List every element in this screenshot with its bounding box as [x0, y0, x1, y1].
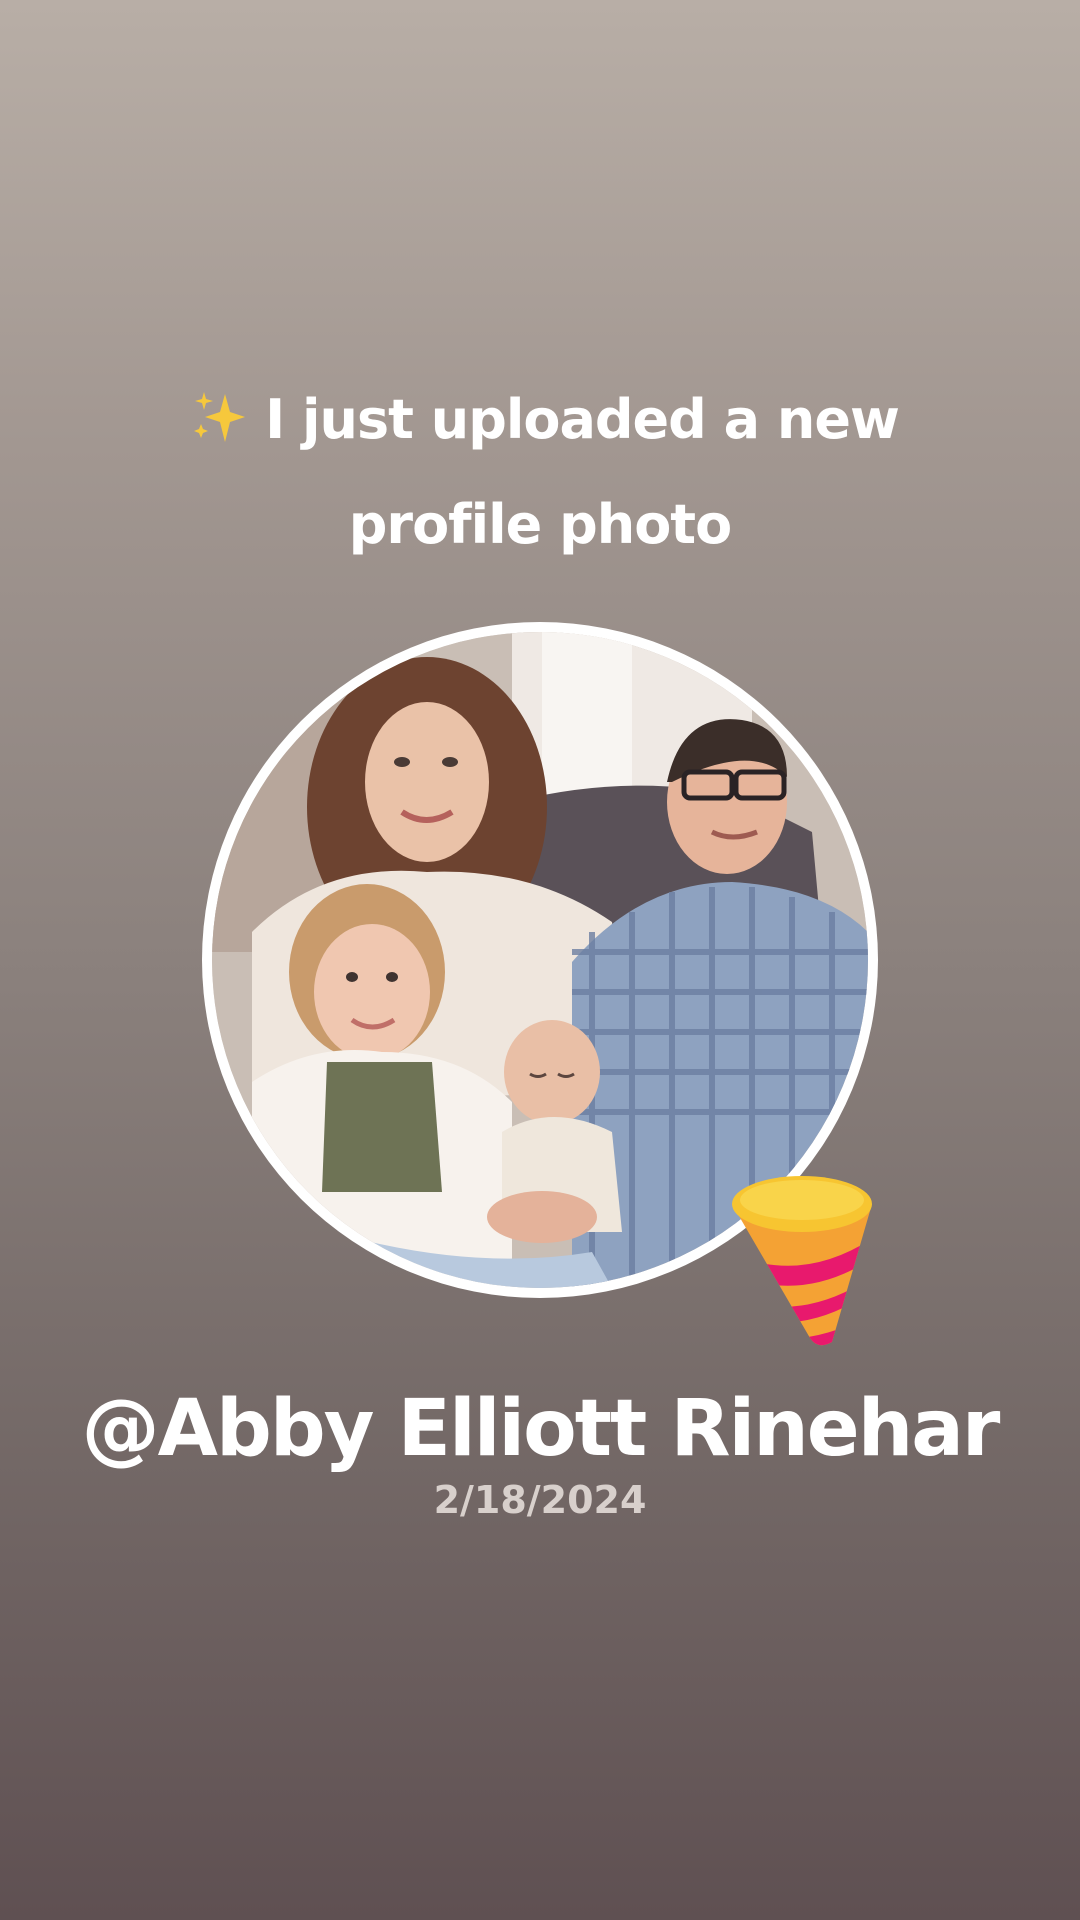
username[interactable]: @Abby Elliott Rinehar [0, 1384, 1080, 1474]
sparkles-icon [194, 392, 246, 442]
headline: I just uploaded a new profile photo [0, 388, 1080, 554]
headline-line-2: profile photo [348, 493, 732, 556]
party-popper-icon [732, 1176, 872, 1346]
headline-text-1: I just uploaded a new [265, 388, 900, 451]
headline-line-1: I just uploaded a new [0, 388, 1080, 449]
post-date: 2/18/2024 [433, 1478, 647, 1522]
